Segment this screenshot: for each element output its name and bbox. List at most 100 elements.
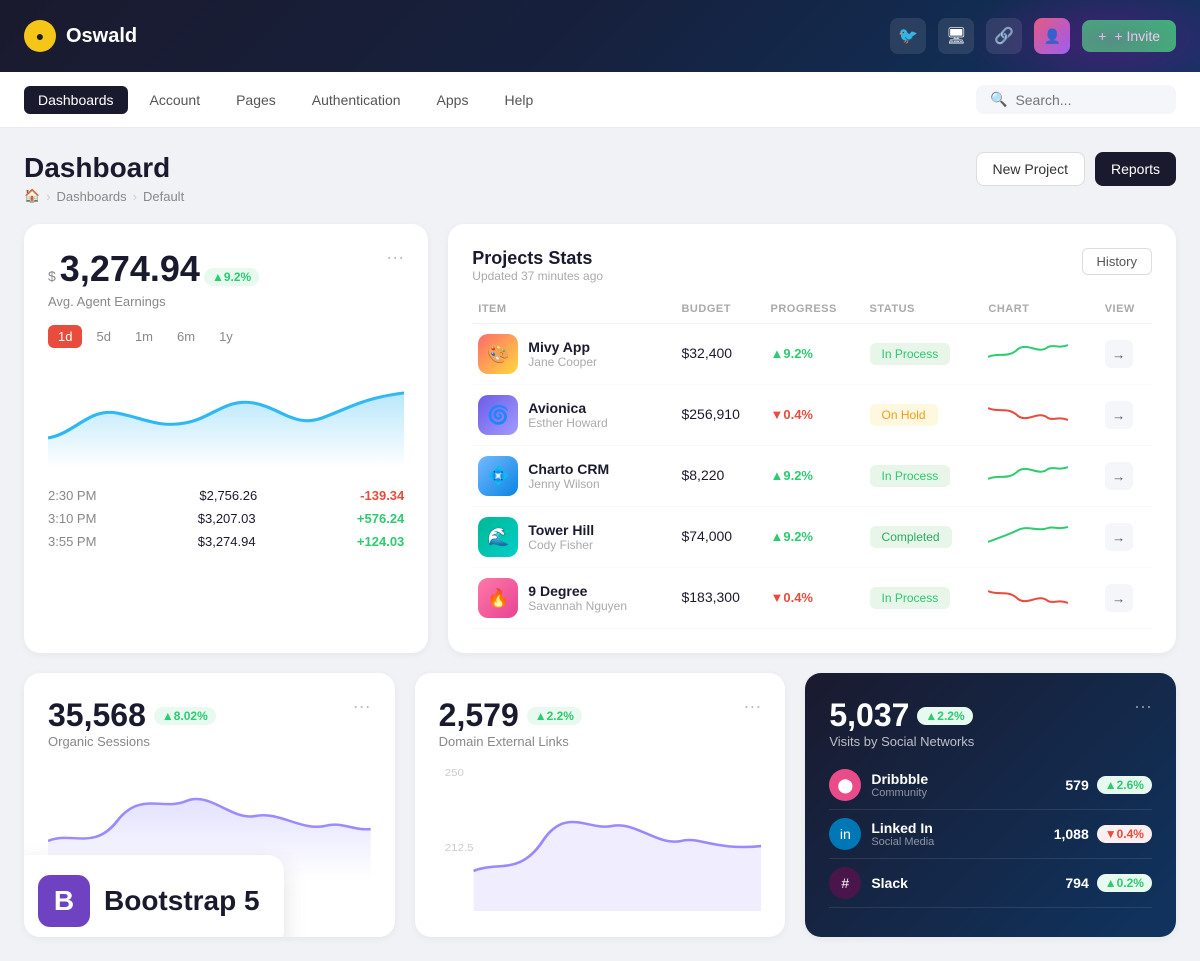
earnings-subtitle: Avg. Agent Earnings <box>48 294 259 309</box>
nav-item-pages[interactable]: Pages <box>222 86 290 114</box>
filter-1y[interactable]: 1y <box>209 325 243 348</box>
social-networks-card: 5,037 ▲2.2% Visits by Social Networks ··… <box>805 673 1176 937</box>
dribbble-icon: ⬤ <box>829 769 861 801</box>
domain-amount-area: 2,579 ▲2.2% Domain External Links <box>439 697 582 761</box>
domain-badge: ▲2.2% <box>527 707 582 725</box>
nav-bird-icon[interactable]: 🐦 <box>890 18 926 54</box>
earnings-table: 2:30 PM $2,756.26 -139.34 3:10 PM $3,207… <box>48 488 404 549</box>
nav-item-help[interactable]: Help <box>490 86 547 114</box>
slack-name: Slack <box>871 875 908 891</box>
project-budget: $32,400 <box>681 345 732 361</box>
nav-share-icon[interactable]: 🔗 <box>986 18 1022 54</box>
bootstrap-icon: B <box>38 875 90 927</box>
social-subtitle: Visits by Social Networks <box>829 734 974 749</box>
search-box[interactable]: 🔍 <box>976 85 1176 114</box>
project-view-button[interactable]: → <box>1105 340 1133 368</box>
search-input[interactable] <box>1015 92 1162 108</box>
project-name: Mivy App <box>528 339 597 355</box>
projects-updated: Updated 37 minutes ago <box>472 269 603 283</box>
app-name: Oswald <box>66 25 137 48</box>
organic-card-header: 35,568 ▲8.02% Organic Sessions ··· <box>48 697 371 761</box>
social-badge: ▲2.2% <box>917 707 972 725</box>
project-icon: 💠 <box>478 456 518 496</box>
project-cell: 🎨 Mivy App Jane Cooper <box>472 324 675 385</box>
project-person: Jane Cooper <box>528 355 597 369</box>
dribbble-count: 579 <box>1065 777 1088 793</box>
project-progress: ▲9.2% <box>770 346 813 361</box>
project-budget: $8,220 <box>681 467 724 483</box>
filter-1d[interactable]: 1d <box>48 325 82 348</box>
bootstrap-text: Bootstrap 5 <box>104 885 260 917</box>
earnings-card: $ 3,274.94 ▲9.2% Avg. Agent Earnings ···… <box>24 224 428 653</box>
earnings-row: 3:10 PM $3,207.03 +576.24 <box>48 511 404 526</box>
table-row: 💠 Charto CRM Jenny Wilson $8,220 ▲9.2% I… <box>472 446 1152 507</box>
project-progress: ▲9.2% <box>770 529 813 544</box>
domain-chart-area: 250 212.5 <box>439 761 762 911</box>
project-name: Charto CRM <box>528 461 609 477</box>
table-row: 🌀 Avionica Esther Howard $256,910 ▼0.4% … <box>472 385 1152 446</box>
earnings-amount-row: $ 3,274.94 ▲9.2% <box>48 248 259 290</box>
project-view-button[interactable]: → <box>1105 523 1133 551</box>
page-header-actions: New Project Reports <box>976 152 1177 186</box>
page-title: Dashboard <box>24 152 184 184</box>
project-progress: ▼0.4% <box>770 407 813 422</box>
projects-card: Projects Stats Updated 37 minutes ago Hi… <box>448 224 1176 653</box>
nav-item-account[interactable]: Account <box>136 86 215 114</box>
earnings-row: 2:30 PM $2,756.26 -139.34 <box>48 488 404 503</box>
social-more-button[interactable]: ··· <box>1134 697 1152 715</box>
earnings-header: $ 3,274.94 ▲9.2% Avg. Agent Earnings <box>48 248 259 325</box>
project-view-button[interactable]: → <box>1105 401 1133 429</box>
organic-more-button[interactable]: ··· <box>353 697 371 715</box>
project-icon: 🌀 <box>478 395 518 435</box>
breadcrumb-dashboards[interactable]: Dashboards <box>57 189 127 204</box>
col-progress: PROGRESS <box>764 295 863 324</box>
linkedin-type: Social Media <box>871 836 934 848</box>
organic-sessions-card: 35,568 ▲8.02% Organic Sessions ··· <box>24 673 395 937</box>
projects-title-area: Projects Stats Updated 37 minutes ago <box>472 248 603 283</box>
dribbble-badge: ▲2.6% <box>1097 776 1152 794</box>
project-icon: 🌊 <box>478 517 518 557</box>
project-sparkline <box>988 581 1068 611</box>
user-avatar[interactable]: 👤 <box>1034 18 1070 54</box>
social-row-dribbble: ⬤ Dribbble Community 579 ▲2.6% <box>829 761 1152 810</box>
project-sparkline <box>988 398 1068 428</box>
page-header-left: Dashboard 🏠 › Dashboards › Default <box>24 152 184 204</box>
bootstrap-overlay: B Bootstrap 5 <box>24 855 284 937</box>
domain-links-card: 2,579 ▲2.2% Domain External Links ··· 25… <box>415 673 786 937</box>
filter-6m[interactable]: 6m <box>167 325 205 348</box>
top-nav: ● Oswald 🐦 🖥 🔗 👤 + + Invite <box>0 0 1200 72</box>
nav-item-apps[interactable]: Apps <box>423 86 483 114</box>
project-view-button[interactable]: → <box>1105 462 1133 490</box>
projects-title: Projects Stats <box>472 248 603 269</box>
project-sparkline <box>988 337 1068 367</box>
domain-more-button[interactable]: ··· <box>743 697 761 715</box>
invite-plus-icon: + <box>1098 28 1106 44</box>
earnings-val-2: $3,207.03 <box>198 511 256 526</box>
col-item: ITEM <box>472 295 675 324</box>
reports-button[interactable]: Reports <box>1095 152 1176 186</box>
search-icon: 🔍 <box>990 91 1007 108</box>
nav-item-authentication[interactable]: Authentication <box>298 86 415 114</box>
dribbble-name: Dribbble <box>871 771 928 787</box>
nav-screen-icon[interactable]: 🖥 <box>938 18 974 54</box>
earnings-change-3: +124.03 <box>357 534 404 549</box>
social-row-linkedin: in Linked In Social Media 1,088 ▼0.4% <box>829 810 1152 859</box>
project-person: Esther Howard <box>528 416 607 430</box>
nav-item-dashboards[interactable]: Dashboards <box>24 86 128 114</box>
history-button[interactable]: History <box>1082 248 1152 275</box>
social-row-left: ⬤ Dribbble Community <box>829 769 928 801</box>
filter-1m[interactable]: 1m <box>125 325 163 348</box>
project-icon: 🎨 <box>478 334 518 374</box>
projects-table: ITEM BUDGET PROGRESS STATUS CHART VIEW 🎨 <box>472 295 1152 629</box>
filter-5d[interactable]: 5d <box>86 325 120 348</box>
col-chart: CHART <box>982 295 1098 324</box>
invite-button[interactable]: + + Invite <box>1082 20 1176 52</box>
project-cell: 🌊 Tower Hill Cody Fisher <box>472 507 675 568</box>
earnings-more-button[interactable]: ··· <box>386 248 404 266</box>
svg-text:250: 250 <box>444 768 463 779</box>
table-row: 🎨 Mivy App Jane Cooper $32,400 ▲9.2% In … <box>472 324 1152 385</box>
social-card-header: 5,037 ▲2.2% Visits by Social Networks ··… <box>829 697 1152 761</box>
project-icon: 🔥 <box>478 578 518 618</box>
project-view-button[interactable]: → <box>1105 584 1133 612</box>
new-project-button[interactable]: New Project <box>976 152 1085 186</box>
